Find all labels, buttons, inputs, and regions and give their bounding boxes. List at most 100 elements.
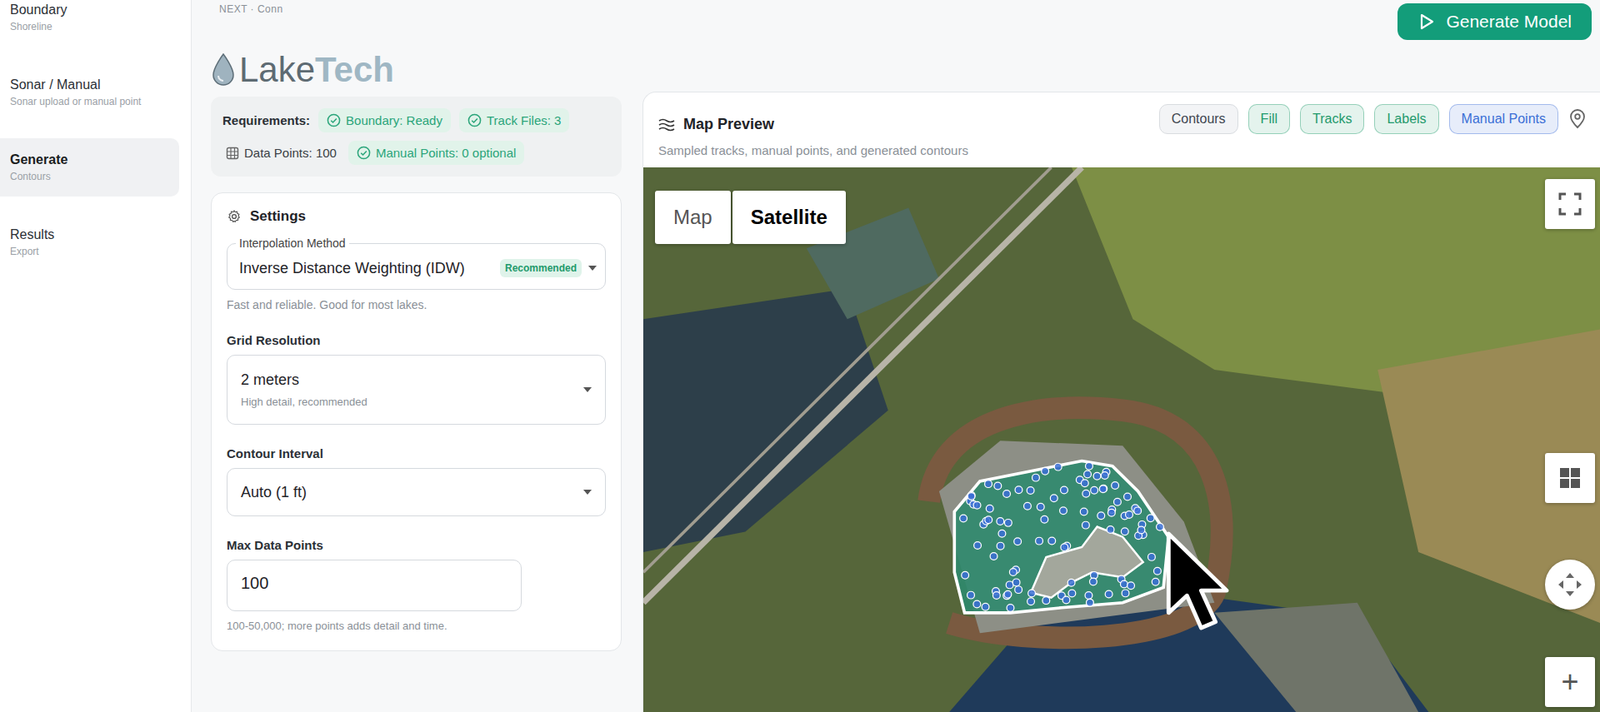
data-point — [1027, 598, 1035, 606]
data-point — [1124, 493, 1132, 501]
data-point — [1015, 486, 1023, 495]
dropdown-arrow-icon — [583, 490, 592, 495]
data-point — [974, 542, 982, 550]
water-drop-icon — [210, 52, 236, 88]
data-point — [1060, 544, 1069, 552]
pan-control[interactable] — [1545, 560, 1595, 610]
data-point — [1120, 528, 1129, 536]
logo: LakeTech — [210, 43, 622, 97]
settings-card: SettingsInterpolation MethodInverse Dist… — [210, 192, 622, 652]
layer-toggle[interactable]: Contours — [1159, 104, 1239, 135]
data-point — [1106, 526, 1115, 535]
data-point — [981, 603, 990, 611]
check-circle-icon — [356, 145, 371, 160]
map-preview-subtitle: Sampled tracks, manual points, and gener… — [658, 143, 969, 158]
interpolation-help: Fast and reliable. Good for most lakes. — [226, 298, 606, 312]
generate-model-button[interactable]: Generate Model — [1397, 3, 1592, 40]
data-point — [1026, 487, 1035, 495]
map-pin-icon[interactable] — [1568, 109, 1587, 130]
sidebar-item-subtitle: Contours — [10, 170, 170, 184]
content: LakeTechRequirements: Boundary: Ready Tr… — [191, 43, 1600, 712]
interpolation-label: Interpolation Method — [235, 236, 350, 250]
requirement-chip: Boundary: Ready — [318, 108, 451, 133]
data-point — [1114, 498, 1122, 506]
grid-resolution-select[interactable]: 2 metersHigh detail, recommended — [226, 355, 606, 425]
data-point — [1003, 490, 1011, 499]
data-point — [1097, 512, 1105, 520]
sidebar-item-title: Results — [10, 226, 170, 244]
map-type-button[interactable]: Map — [655, 190, 731, 245]
top-bar: NEXT · ConnGenerate Model — [191, 0, 1600, 44]
data-point — [1086, 599, 1095, 607]
data-point — [1050, 495, 1058, 503]
data-point — [1014, 538, 1022, 546]
play-icon — [1417, 12, 1436, 31]
data-point — [1156, 523, 1165, 531]
zoom-in-button[interactable]: + — [1545, 657, 1595, 708]
layer-toggle[interactable]: Tracks — [1300, 104, 1365, 135]
data-point — [1134, 507, 1142, 515]
data-point — [1006, 605, 1015, 613]
fullscreen-button[interactable] — [1545, 179, 1595, 230]
max-data-points-input[interactable]: 100 — [226, 560, 522, 612]
contour-interval-label: Contour Interval — [226, 446, 606, 461]
sidebar: BoundaryShoreline Sonar / ManualSonar upl… — [0, 0, 192, 712]
left-column: LakeTechRequirements: Boundary: Ready Tr… — [210, 43, 622, 712]
layer-toggle[interactable]: Manual Points — [1449, 104, 1559, 135]
data-point — [1080, 480, 1089, 488]
data-point — [998, 530, 1006, 538]
grid-icon — [225, 146, 240, 160]
data-point — [1060, 507, 1068, 515]
layer-toggle[interactable]: Fill — [1248, 104, 1290, 135]
data-point — [1121, 590, 1130, 598]
sidebar-item-title: Boundary — [10, 1, 170, 19]
data-point — [1090, 578, 1098, 586]
map-preview-header: Map PreviewSampled tracks, manual points… — [643, 92, 1600, 168]
data-point — [1085, 462, 1094, 470]
sidebar-item[interactable]: Sonar / ManualSonar upload or manual poi… — [0, 63, 180, 122]
grid-layers-icon — [1557, 465, 1583, 491]
sidebar-item-title: Generate — [10, 151, 170, 169]
data-point — [1040, 515, 1049, 524]
logo-text: Lake — [239, 50, 315, 90]
sidebar-item[interactable]: GenerateContours — [0, 138, 180, 197]
dropdown-arrow-icon — [583, 387, 592, 393]
data-point — [1024, 502, 1032, 510]
dropdown-arrow-icon — [588, 265, 597, 271]
satellite-map[interactable]: MapSatellite + — [643, 167, 1600, 712]
data-point — [1105, 590, 1113, 599]
data-point — [1028, 590, 1036, 598]
data-point — [990, 553, 998, 561]
max-data-points-help: 100-50,000; more points adds detail and … — [226, 620, 606, 633]
layers-button[interactable] — [1545, 453, 1595, 504]
sidebar-item[interactable]: ResultsExport — [0, 213, 180, 272]
data-point — [1041, 467, 1050, 475]
interpolation-select[interactable]: Interpolation MethodInverse Distance Wei… — [226, 243, 606, 290]
data-point — [1085, 592, 1093, 600]
data-point — [1099, 485, 1107, 494]
main: NEXT · ConnGenerate ModelLakeTechRequire… — [191, 0, 1600, 712]
map-type-button[interactable]: Satellite — [732, 190, 846, 245]
data-point — [960, 515, 968, 523]
data-point — [1127, 582, 1135, 590]
data-point — [1137, 526, 1145, 535]
data-point — [1042, 597, 1050, 605]
data-point — [1154, 567, 1162, 575]
data-point — [1148, 554, 1156, 562]
data-point — [1032, 474, 1040, 482]
layer-toggle[interactable]: Labels — [1374, 104, 1439, 135]
data-point — [996, 518, 1005, 526]
data-point — [1060, 486, 1069, 495]
data-point — [992, 592, 1000, 600]
data-point — [1081, 521, 1090, 530]
contour-interval-select[interactable]: Auto (1 ft) — [226, 468, 606, 517]
max-data-points-label: Max Data Points — [226, 538, 606, 553]
data-point — [985, 516, 993, 525]
data-point — [967, 493, 975, 501]
sidebar-item[interactable]: BoundaryShoreline — [0, 0, 180, 47]
sidebar-item-subtitle: Export — [10, 245, 170, 259]
map-preview-card: Map PreviewSampled tracks, manual points… — [642, 91, 1600, 712]
data-point — [973, 501, 981, 510]
data-point — [994, 482, 1002, 490]
data-point — [1036, 503, 1045, 511]
